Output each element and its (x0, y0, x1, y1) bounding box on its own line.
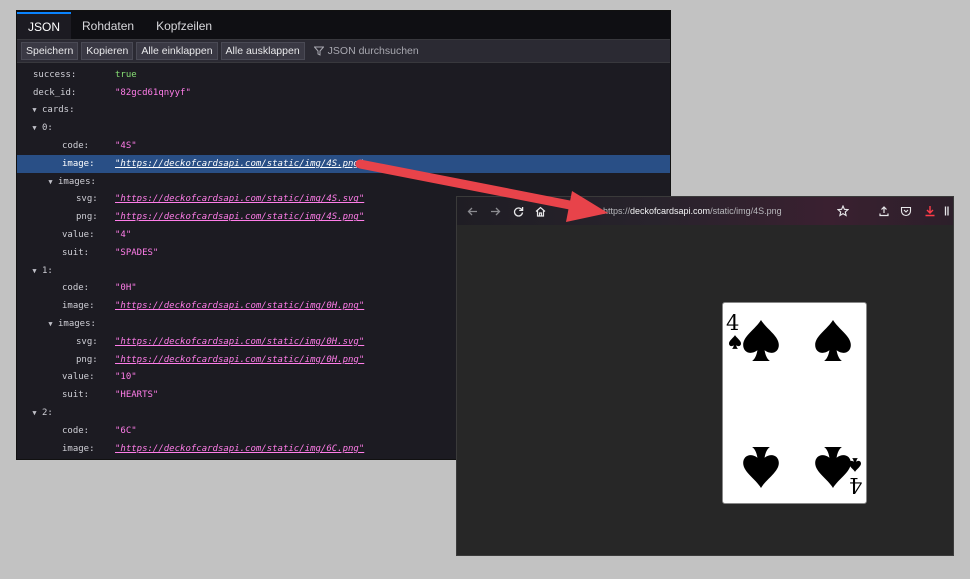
url-domain: deckofcardsapi.com (630, 206, 711, 216)
bookmark-star-icon[interactable] (835, 203, 851, 219)
json-url-value[interactable]: "https://deckofcardsapi.com/static/img/0… (115, 355, 364, 365)
expand-toggle-icon[interactable]: ▼ (30, 124, 39, 132)
viewer-tab-bar: JSON Rohdaten Kopfzeilen (17, 11, 670, 40)
filter-icon (313, 46, 324, 56)
tab-raw-data[interactable]: Rohdaten (71, 12, 145, 39)
json-url-value[interactable]: "https://deckofcardsapi.com/static/img/6… (115, 444, 364, 454)
json-value: "4" (115, 230, 132, 241)
home-icon[interactable] (530, 201, 550, 221)
page-viewport: 4 4 (457, 225, 953, 555)
back-arrow-icon[interactable] (462, 201, 482, 221)
spade-icon (815, 320, 851, 361)
json-key: image: (62, 301, 95, 312)
filter-placeholder: JSON durchsuchen (327, 45, 419, 57)
json-tree-row[interactable]: ▼ cards: (17, 102, 670, 120)
json-key: value: (62, 230, 95, 241)
download-icon[interactable] (922, 203, 938, 219)
spade-icon (743, 320, 779, 361)
json-value: "SPADES" (115, 247, 159, 258)
browser-navigation-bar: https://deckofcardsapi.com/static/img/4S… (457, 197, 953, 225)
json-key: suit: (62, 390, 90, 401)
url-scheme: https:// (603, 206, 631, 216)
json-tree-row[interactable]: deck_id: "82gcd61qnyyf" (17, 84, 670, 102)
tab-headers[interactable]: Kopfzeilen (145, 12, 223, 39)
spade-icon (729, 335, 741, 349)
share-icon[interactable] (876, 203, 892, 219)
json-key: png: (76, 354, 98, 365)
json-url-value[interactable]: "https://deckofcardsapi.com/static/img/0… (115, 337, 364, 347)
json-value: "4S" (115, 141, 137, 152)
json-key: code: (62, 425, 90, 436)
json-key: 0: (42, 123, 53, 134)
json-tree-row[interactable]: ▼ images: (17, 173, 670, 191)
save-button[interactable]: Speichern (21, 42, 79, 60)
json-key: images: (58, 319, 96, 330)
json-url-value[interactable]: "https://deckofcardsapi.com/static/img/4… (115, 212, 364, 222)
json-value: true (115, 69, 137, 80)
json-key: svg: (76, 336, 98, 347)
json-key: 1: (42, 265, 53, 276)
expand-toggle-icon[interactable]: ▼ (30, 409, 39, 417)
collapse-all-button[interactable]: Alle einklappen (136, 42, 218, 60)
json-key: code: (62, 283, 90, 294)
viewer-toolbar: Speichern Kopieren Alle einklappen Alle … (17, 40, 670, 63)
json-value: "82gcd61qnyyf" (115, 87, 191, 98)
url-path: /static/img/4S.png (710, 206, 782, 216)
json-key: image: (62, 158, 95, 169)
json-key: png: (76, 212, 98, 223)
json-key: cards: (42, 105, 75, 116)
json-value: "10" (115, 372, 137, 383)
browser-window: https://deckofcardsapi.com/static/img/4S… (457, 197, 953, 555)
json-tree-row[interactable]: code: "4S" (17, 137, 670, 155)
pocket-icon[interactable] (898, 203, 914, 219)
json-key: svg: (76, 194, 98, 205)
spade-icon (743, 447, 779, 488)
json-url-value[interactable]: "https://deckofcardsapi.com/static/img/4… (115, 159, 364, 169)
json-key: image: (62, 443, 95, 454)
spade-icon (815, 447, 851, 488)
json-key: success: (33, 69, 77, 80)
copy-button[interactable]: Kopieren (81, 42, 134, 60)
expand-toggle-icon[interactable]: ▼ (46, 178, 55, 186)
json-tree-row[interactable]: success: true (17, 66, 670, 84)
json-key: suit: (62, 247, 90, 258)
expand-toggle-icon[interactable]: ▼ (30, 106, 39, 114)
forward-arrow-icon[interactable] (485, 201, 505, 221)
json-key: code: (62, 141, 90, 152)
expand-toggle-icon[interactable]: ▼ (30, 267, 39, 275)
json-value: "HEARTS" (115, 390, 159, 401)
spade-icon (849, 458, 861, 472)
reload-icon[interactable] (508, 201, 528, 221)
json-url-value[interactable]: "https://deckofcardsapi.com/static/img/4… (115, 194, 364, 204)
json-url-value[interactable]: "https://deckofcardsapi.com/static/img/0… (115, 301, 364, 311)
json-key: images: (58, 176, 96, 187)
json-key: deck_id: (33, 87, 77, 98)
expand-toggle-icon[interactable]: ▼ (46, 320, 55, 328)
json-filter-input[interactable]: JSON durchsuchen (313, 45, 419, 57)
json-tree-row[interactable]: ▼ 0: (17, 119, 670, 137)
json-tree-row[interactable]: image: "https://deckofcardsapi.com/static… (17, 154, 670, 173)
tab-json[interactable]: JSON (17, 12, 72, 39)
json-value: "6C" (115, 425, 137, 436)
json-key: value: (62, 372, 95, 383)
expand-all-button[interactable]: Alle ausklappen (220, 42, 305, 60)
card-rank-top: 4 (726, 311, 740, 335)
library-icon[interactable] (944, 203, 953, 219)
json-key: 2: (42, 408, 53, 419)
json-value: "0H" (115, 283, 137, 294)
card-rank-bottom: 4 (849, 473, 863, 497)
address-bar[interactable]: https://deckofcardsapi.com/static/img/4S… (603, 197, 782, 225)
playing-card-image: 4 4 (722, 302, 867, 504)
